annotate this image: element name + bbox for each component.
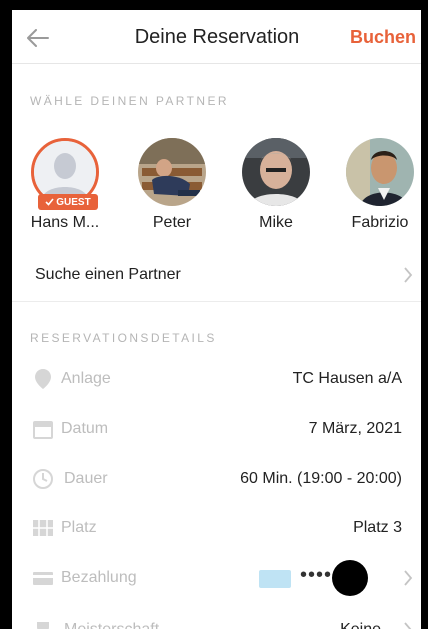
detail-row-dauer[interactable]: Dauer 60 Min. (19:00 - 20:00)	[12, 456, 421, 504]
court-grid-icon	[33, 520, 53, 536]
search-partner-row[interactable]: Suche einen Partner	[12, 252, 421, 302]
credit-card-icon	[33, 572, 53, 585]
detail-label: Meisterschaft	[64, 621, 159, 629]
detail-label: Anlage	[61, 370, 111, 387]
book-button[interactable]: Buchen	[350, 27, 416, 48]
partner-name: Fabrizio	[351, 214, 409, 231]
chevron-right-icon	[404, 267, 413, 283]
avatar	[242, 138, 310, 206]
top-bar: Deine Reservation Buchen	[12, 10, 421, 64]
arrow-left-icon	[27, 29, 49, 47]
chevron-right-icon	[404, 622, 412, 629]
detail-label: Dauer	[64, 470, 108, 487]
card-number-masked: ••••	[300, 564, 333, 586]
detail-value: TC Hausen a/A	[292, 370, 402, 387]
search-partner-label: Suche einen Partner	[35, 266, 181, 283]
partner-item-fabrizio[interactable]: Fabrizio	[332, 138, 421, 232]
clock-icon	[33, 469, 53, 489]
partner-name: Hans M...	[30, 214, 100, 231]
back-button[interactable]	[22, 22, 54, 54]
avatar-photo	[138, 138, 206, 206]
redaction-dot	[332, 560, 368, 596]
detail-label: Platz	[61, 519, 97, 536]
avatar	[138, 138, 206, 206]
avatar: GUEST	[31, 138, 99, 210]
detail-value: 60 Min. (19:00 - 20:00)	[240, 470, 402, 487]
trophy-icon	[37, 622, 49, 629]
card-logo	[259, 570, 291, 588]
calendar-icon	[33, 421, 53, 439]
details-section-label: RESERVATIONSDETAILS	[30, 331, 217, 345]
chevron-right-icon	[404, 570, 413, 586]
partner-name: Peter	[152, 214, 192, 231]
avatar-photo	[346, 138, 414, 206]
detail-row-anlage[interactable]: Anlage TC Hausen a/A	[12, 356, 421, 404]
detail-label: Bezahlung	[61, 569, 137, 586]
detail-row-meisterschaft[interactable]: Meisterschaft Keine	[12, 607, 421, 629]
detail-value: Platz 3	[353, 519, 402, 536]
detail-label: Datum	[61, 420, 109, 437]
page-title: Deine Reservation	[134, 26, 300, 48]
avatar	[346, 138, 414, 206]
partner-name: Mike	[259, 214, 293, 231]
detail-row-bezahlung[interactable]: Bezahlung ••••	[12, 555, 421, 603]
detail-row-platz[interactable]: Platz Platz 3	[12, 505, 421, 553]
detail-value: Keine	[340, 621, 381, 629]
partner-section-label: WÄHLE DEINEN PARTNER	[30, 94, 229, 108]
detail-value: 7 März, 2021	[308, 420, 402, 437]
location-pin-icon	[35, 369, 51, 389]
partner-item-mike[interactable]: Mike	[228, 138, 324, 232]
avatar-photo	[242, 138, 310, 206]
partner-item-guest[interactable]: GUEST Hans M...	[17, 138, 113, 232]
checkmark-icon	[45, 198, 54, 206]
partner-item-peter[interactable]: Peter	[124, 138, 220, 232]
detail-row-datum[interactable]: Datum 7 März, 2021	[12, 406, 421, 454]
guest-badge: GUEST	[38, 194, 98, 210]
reservation-screen: Deine Reservation Buchen WÄHLE DEINEN PA…	[12, 10, 421, 629]
